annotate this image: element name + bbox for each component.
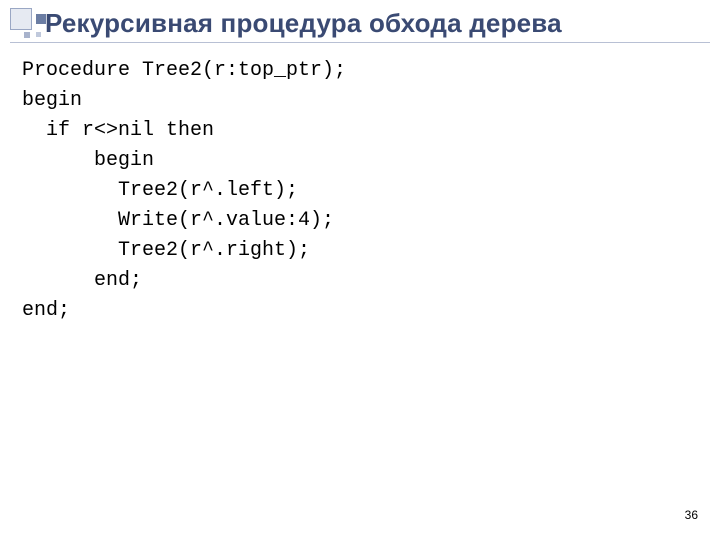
title-underline [10, 42, 710, 43]
square-icon [24, 32, 30, 38]
square-icon [36, 32, 41, 37]
code-line: if r<>nil then [22, 119, 214, 142]
code-line: Write(r^.value:4); [22, 209, 334, 232]
square-icon [10, 8, 32, 30]
code-line: Procedure Tree2(r:top_ptr); [22, 59, 346, 82]
code-line: begin [22, 149, 154, 172]
slide-title: Рекурсивная процедура обхода дерева [45, 8, 700, 39]
code-line: end; [22, 299, 70, 322]
code-line: begin [22, 89, 82, 112]
code-line: Tree2(r^.left); [22, 179, 298, 202]
slide: Рекурсивная процедура обхода дерева Proc… [0, 0, 720, 540]
page-number: 36 [685, 508, 698, 522]
code-line: Tree2(r^.right); [22, 239, 310, 262]
code-line: end; [22, 269, 142, 292]
code-block: Procedure Tree2(r:top_ptr); begin if r<>… [22, 56, 346, 326]
